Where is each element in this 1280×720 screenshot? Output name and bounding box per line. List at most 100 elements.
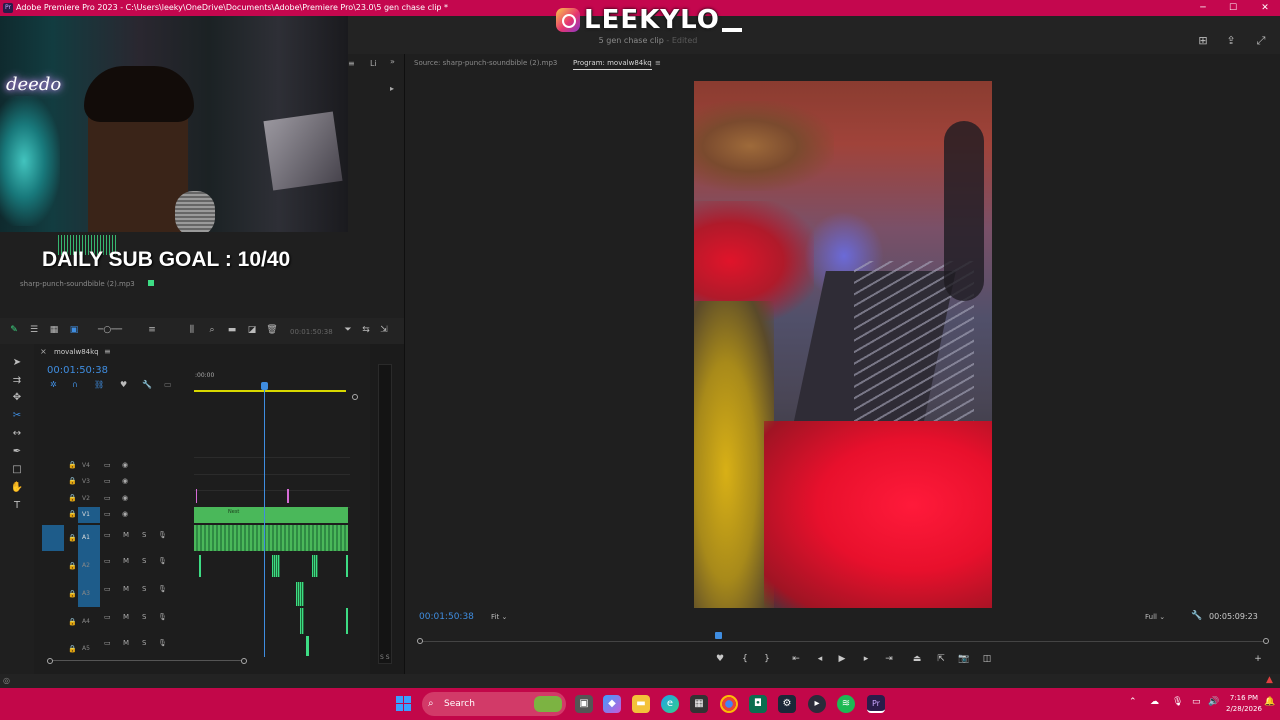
resolution-select[interactable]: Full ⌄ bbox=[1145, 613, 1165, 621]
work-area-bar[interactable] bbox=[194, 390, 346, 392]
microphone-icon[interactable]: 🎙 bbox=[158, 557, 167, 565]
lock-icon[interactable]: 🔒 bbox=[68, 510, 77, 518]
scroll-end-handle[interactable] bbox=[241, 658, 247, 664]
network-icon[interactable]: ▭ bbox=[1192, 697, 1201, 707]
notification-icon[interactable]: 🔔 bbox=[1264, 697, 1275, 707]
add-marker-icon[interactable]: ♥ bbox=[713, 652, 727, 666]
maximize-button[interactable]: ☐ bbox=[1218, 1, 1248, 15]
timeline-playhead[interactable] bbox=[264, 382, 265, 657]
slip-tool-icon[interactable]: ↔ bbox=[10, 427, 24, 441]
new-bin-icon[interactable]: ▬ bbox=[226, 324, 238, 336]
scroll-start-handle[interactable] bbox=[47, 658, 53, 664]
chevron-up-icon[interactable]: ⌃ bbox=[1129, 697, 1137, 707]
volume-icon[interactable]: 🔊 bbox=[1208, 697, 1219, 707]
vertical-zoom-handle[interactable] bbox=[352, 394, 358, 400]
link-icon[interactable]: ⇆ bbox=[360, 324, 372, 336]
lock-icon[interactable]: 🔒 bbox=[68, 618, 77, 626]
step-back-icon[interactable]: ◂ bbox=[813, 652, 827, 666]
program-menu-icon[interactable]: ≡ bbox=[655, 59, 661, 67]
onedrive-icon[interactable]: ☁ bbox=[1150, 697, 1159, 707]
icon-view-icon[interactable]: ▦ bbox=[48, 324, 60, 336]
export-frame-icon[interactable]: 📷 bbox=[957, 652, 971, 666]
v2-clip-marker[interactable] bbox=[196, 489, 197, 503]
eye-icon[interactable]: ◉ bbox=[122, 494, 128, 502]
sync-icon[interactable]: ▭ bbox=[104, 585, 111, 593]
sync-icon[interactable]: ▭ bbox=[104, 510, 111, 518]
panel-menu-icon[interactable]: ≡ bbox=[348, 59, 355, 68]
pencil-icon[interactable]: ✎ bbox=[8, 324, 20, 336]
lock-icon[interactable]: 🔒 bbox=[68, 645, 77, 653]
ruler-end-handle[interactable] bbox=[1263, 638, 1269, 644]
lock-icon[interactable]: 🔒 bbox=[68, 477, 77, 485]
sync-icon[interactable]: ▭ bbox=[104, 557, 111, 565]
razor-tool-icon[interactable]: ✂ bbox=[10, 409, 24, 423]
a3-audio-clip[interactable] bbox=[296, 582, 304, 606]
playhead-handle[interactable] bbox=[261, 382, 268, 390]
new-item-icon[interactable]: ◪ bbox=[246, 324, 258, 336]
close-sequence-icon[interactable]: × bbox=[40, 347, 47, 356]
sequence-tab[interactable]: movalw84kq bbox=[54, 348, 99, 356]
mark-in-icon[interactable]: { bbox=[738, 652, 752, 666]
premiere-taskbar-icon[interactable]: Pr bbox=[867, 695, 885, 713]
a2-audio-clip[interactable] bbox=[312, 555, 318, 577]
ripple-edit-icon[interactable]: ✥ bbox=[10, 391, 24, 405]
chrome-icon[interactable] bbox=[720, 695, 738, 713]
lock-icon[interactable]: 🔒 bbox=[68, 494, 77, 502]
spotify-icon[interactable]: ≋ bbox=[837, 695, 855, 713]
a5-audio-clip[interactable] bbox=[306, 636, 309, 656]
a4-audio-clip[interactable] bbox=[300, 608, 304, 634]
mute-button[interactable]: M bbox=[123, 639, 129, 647]
solo-button[interactable]: S bbox=[142, 585, 146, 593]
list-view-icon[interactable]: ☰ bbox=[28, 324, 40, 336]
track-select-icon[interactable]: ⇉ bbox=[10, 374, 24, 388]
a1-audio-clip[interactable] bbox=[194, 525, 348, 551]
eye-icon[interactable]: ◉ bbox=[122, 477, 128, 485]
program-playhead[interactable] bbox=[715, 632, 722, 639]
freeform-view-icon[interactable]: ▣ bbox=[68, 324, 80, 336]
export-icon[interactable]: ⇲ bbox=[378, 324, 390, 336]
microphone-icon[interactable]: 🎙 bbox=[158, 639, 167, 647]
linked-selection-icon[interactable]: ⛓ bbox=[94, 380, 104, 389]
task-view-icon[interactable]: ▣ bbox=[575, 695, 593, 713]
timeline-settings-icon[interactable]: 🔧 bbox=[142, 380, 152, 389]
sync-icon[interactable]: ▭ bbox=[104, 613, 111, 621]
panel-expand-icon[interactable]: ▸ bbox=[390, 84, 394, 93]
lock-icon[interactable]: 🔒 bbox=[68, 461, 77, 469]
extract-icon[interactable]: ⇱ bbox=[934, 652, 948, 666]
tab-source[interactable]: Source: sharp-punch-soundbible (2).mp3 bbox=[414, 59, 557, 67]
hand-tool-icon[interactable]: ✋ bbox=[10, 481, 24, 495]
microphone-icon[interactable]: 🎙 bbox=[158, 613, 167, 621]
wrench-icon[interactable]: 🔧 bbox=[1191, 611, 1202, 621]
v1-nested-clip[interactable]: Nest bbox=[194, 507, 348, 523]
mute-button[interactable]: M bbox=[123, 531, 129, 539]
mute-button[interactable]: M bbox=[123, 585, 129, 593]
source-patch-a1[interactable] bbox=[42, 525, 64, 551]
automate-icon[interactable]: ⫼ bbox=[186, 324, 198, 336]
trash-icon[interactable]: 🗑 bbox=[266, 324, 278, 336]
play-icon[interactable]: ▶ bbox=[835, 652, 849, 666]
go-to-out-icon[interactable]: ⇥ bbox=[882, 652, 896, 666]
workspace-icon[interactable]: ⊞ bbox=[1196, 34, 1210, 48]
mute-button[interactable]: M bbox=[123, 557, 129, 565]
button-editor-icon[interactable]: + bbox=[1251, 652, 1265, 666]
copilot-icon[interactable]: ◆ bbox=[603, 695, 621, 713]
microphone-tray-icon[interactable]: 🎙 bbox=[1172, 697, 1183, 707]
fullscreen-icon[interactable]: ⤢ bbox=[1254, 34, 1268, 48]
eye-icon[interactable]: ◉ bbox=[122, 461, 128, 469]
app-icon[interactable]: ◘ bbox=[749, 695, 767, 713]
steam-icon[interactable]: ⚙ bbox=[778, 695, 796, 713]
timeline-timecode[interactable]: 00:01:50:38 bbox=[47, 365, 108, 376]
filter-icon[interactable]: ⏷ bbox=[342, 324, 354, 336]
sync-icon[interactable]: ▭ bbox=[104, 461, 111, 469]
share-icon[interactable]: ⇪ bbox=[1224, 34, 1238, 48]
a2-audio-clip[interactable] bbox=[199, 555, 201, 577]
sync-icon[interactable]: ▭ bbox=[104, 494, 111, 502]
media-app-icon[interactable]: ▸ bbox=[808, 695, 826, 713]
file-explorer-icon[interactable]: ▬ bbox=[632, 695, 650, 713]
solo-button[interactable]: S bbox=[142, 639, 146, 647]
edge-icon[interactable]: e bbox=[661, 695, 679, 713]
lock-icon[interactable]: 🔒 bbox=[68, 562, 77, 570]
step-forward-icon[interactable]: ▸ bbox=[859, 652, 873, 666]
a2-audio-clip[interactable] bbox=[346, 555, 348, 577]
lift-icon[interactable]: ⏏ bbox=[910, 652, 924, 666]
